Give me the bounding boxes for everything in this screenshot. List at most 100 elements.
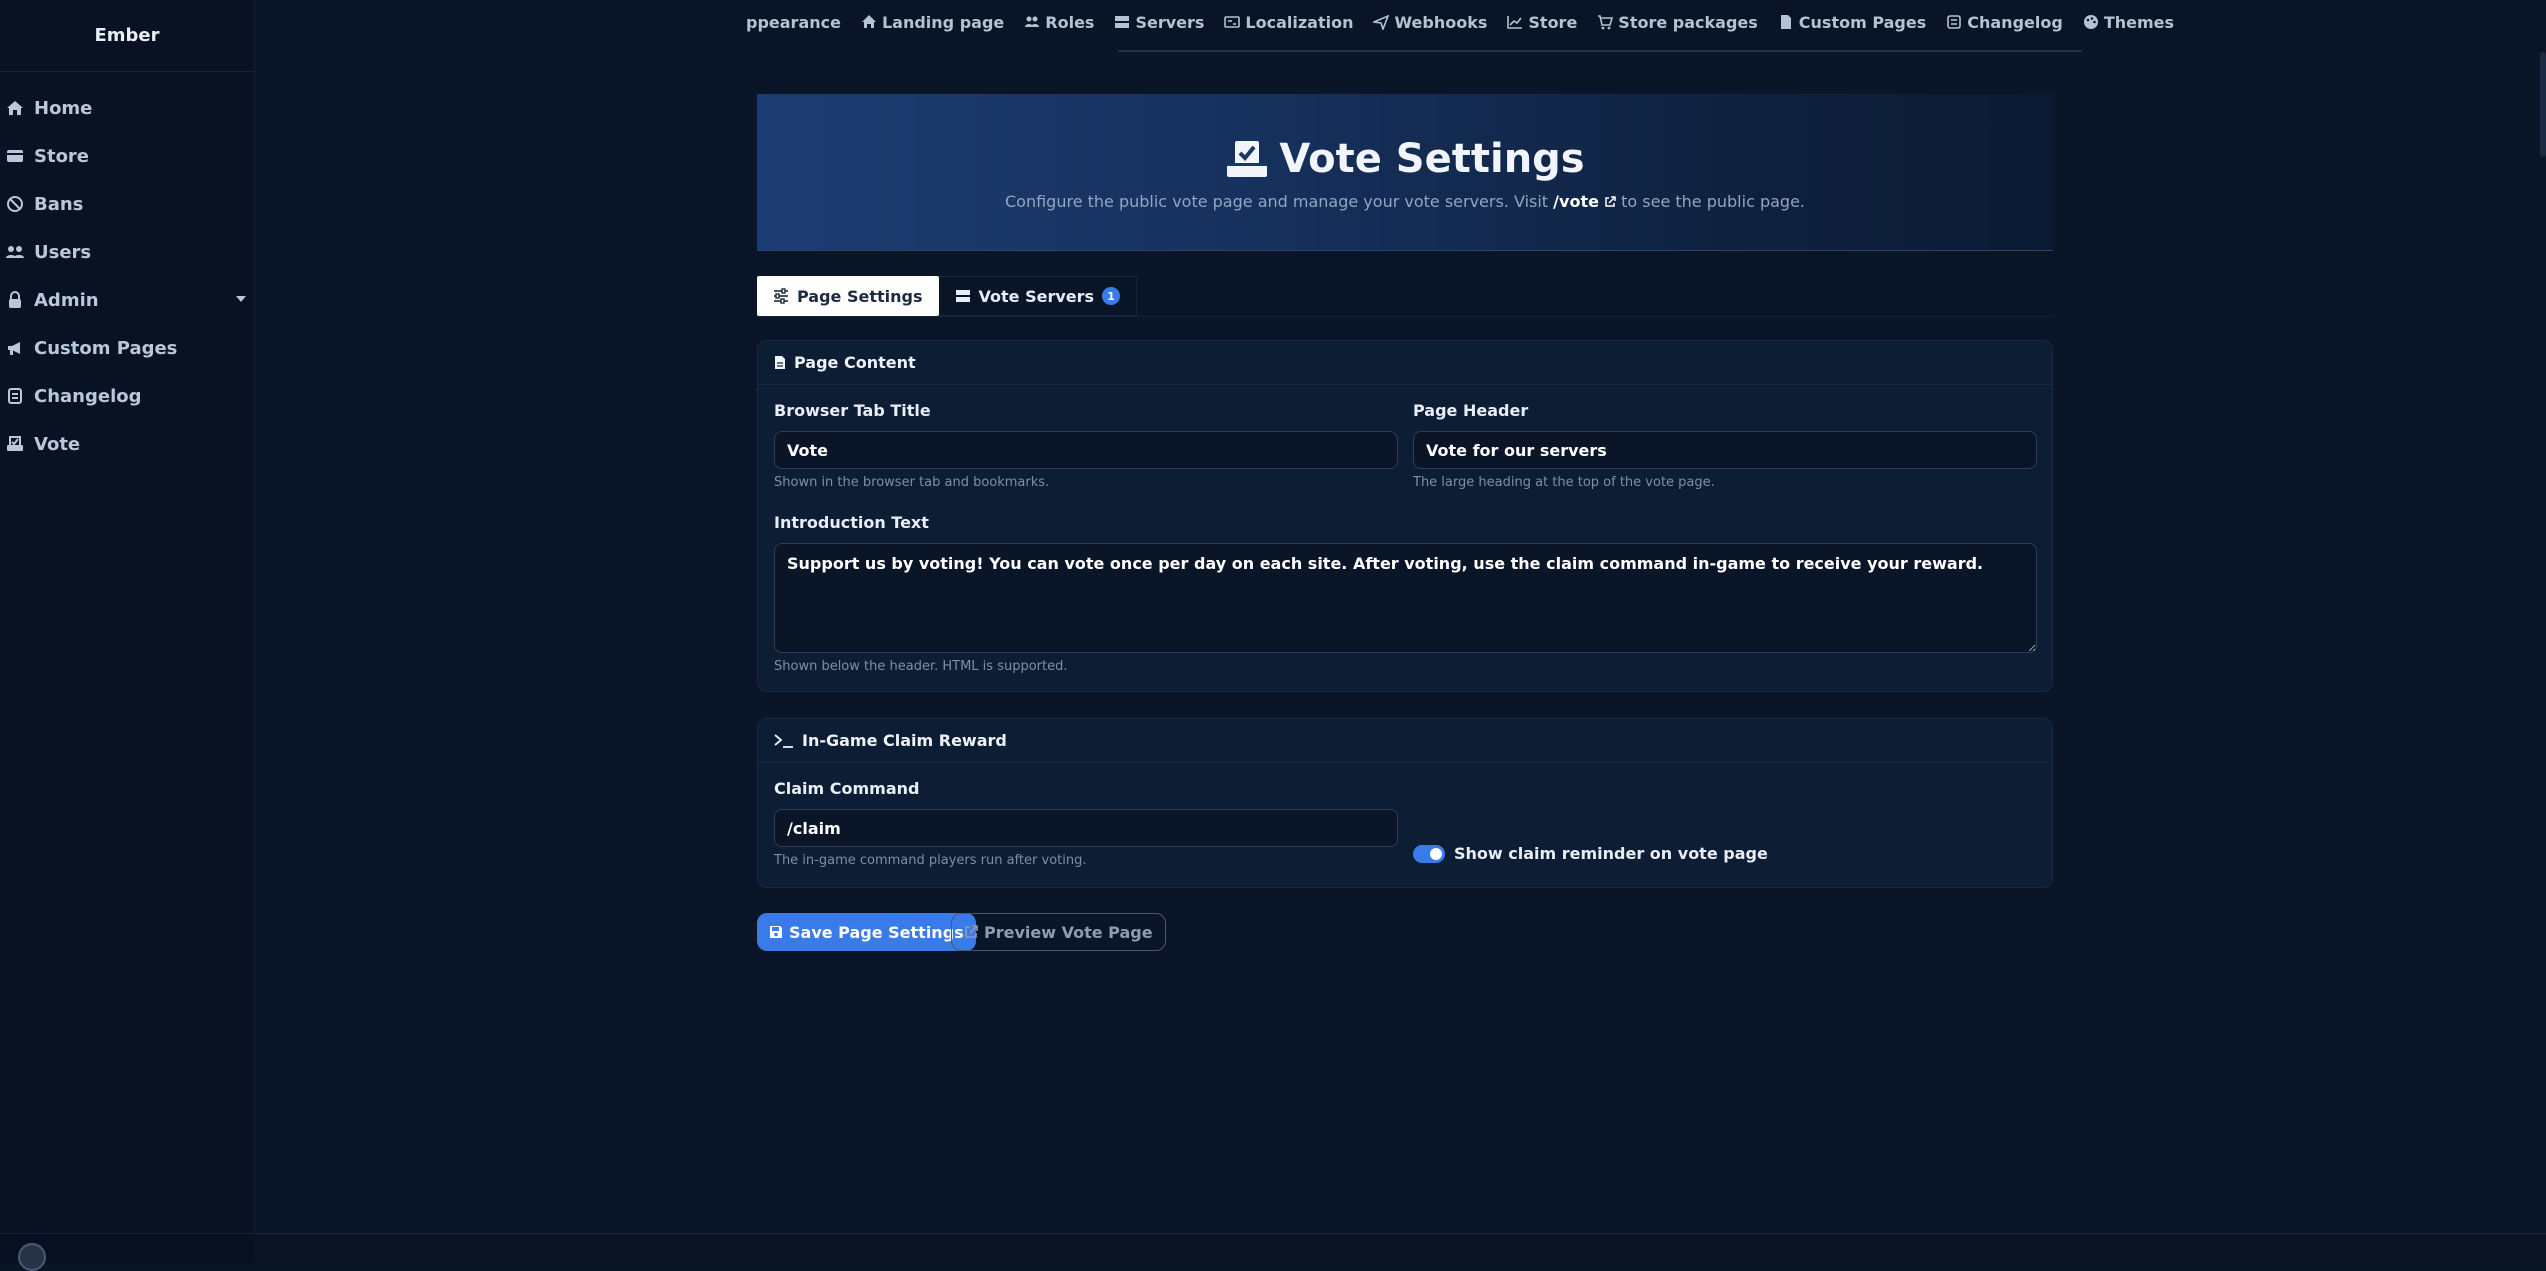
claim-reminder-label: Show claim reminder on vote page — [1454, 844, 1768, 863]
claim-command-label: Claim Command — [774, 779, 920, 798]
home-icon — [861, 15, 876, 28]
topnav-item-store[interactable]: Store — [1507, 13, 1577, 32]
subtitle-text: Configure the public vote page and manag… — [1004, 192, 1549, 211]
preview-vote-page-button[interactable]: Preview Vote Page — [951, 913, 1166, 951]
brand-name[interactable]: Ember — [0, 0, 254, 72]
browser-tab-title-help: Shown in the browser tab and bookmarks. — [774, 475, 1050, 490]
sidebar-item-label: Admin — [34, 289, 99, 311]
topnav-item-store-packages[interactable]: Store packages — [1597, 12, 1758, 32]
sidebar-item-label: Vote — [34, 433, 81, 455]
claim-command-input[interactable] — [774, 809, 1398, 847]
sliders-icon — [774, 288, 788, 304]
sidebar-item-custom-pages[interactable]: Custom Pages — [0, 324, 254, 372]
external-link-icon[interactable] — [1604, 196, 1616, 208]
save-icon — [770, 926, 782, 938]
file-icon — [1780, 15, 1791, 29]
subtitle-text-end: to see the public page. — [1621, 192, 1805, 211]
card-title: In-Game Claim Reward — [802, 731, 1007, 750]
page-title-text: Vote Settings — [1279, 136, 1585, 182]
vote-page-link[interactable]: /vote — [1553, 192, 1599, 211]
home-icon — [4, 97, 26, 119]
topnav-label: Localization — [1245, 12, 1354, 32]
external-link-icon — [965, 925, 978, 938]
topnav-label: Landing page — [881, 12, 1005, 32]
topnav-item-landing-page[interactable]: Landing page — [861, 13, 1004, 32]
sidebar-item-store[interactable]: Store — [0, 132, 254, 180]
server-icon — [1115, 16, 1130, 28]
vote-icon — [4, 433, 26, 455]
settings-tabs: Page Settings Vote Servers 1 — [757, 276, 1138, 316]
topnav-item-changelog[interactable]: Changelog — [1946, 13, 2063, 32]
page-hero: Vote Settings Configure the public vote … — [757, 94, 2053, 251]
chevron-down-icon[interactable] — [236, 296, 246, 302]
megaphone-icon — [4, 337, 26, 359]
globe-icon[interactable] — [18, 1243, 46, 1271]
page-content-card: Page Content Browser Tab Title Shown in … — [757, 340, 2053, 692]
sidebar-item-admin[interactable]: Admin — [0, 276, 254, 324]
terminal-icon — [774, 733, 793, 748]
topnav-label: ppearance — [746, 12, 841, 32]
topnav-label: Webhooks — [1394, 12, 1488, 32]
topnav-item-appearance[interactable]: ppearance — [746, 13, 841, 32]
button-label: Save Page Settings — [789, 922, 964, 942]
tabs-divider — [757, 316, 2053, 317]
topnav-label: Servers — [1135, 12, 1205, 32]
chart-icon — [1507, 16, 1523, 29]
topnav-item-roles[interactable]: Roles — [1024, 13, 1094, 32]
browser-tab-title-input[interactable] — [774, 431, 1398, 469]
topnav-item-servers[interactable]: Servers — [1114, 13, 1204, 32]
sidebar: Ember Home Store Bans Users Admin Custom… — [0, 0, 255, 1271]
topnav-label: Themes — [2103, 12, 2175, 32]
tab-page-settings[interactable]: Page Settings — [757, 276, 939, 316]
sidebar-item-users[interactable]: Users — [0, 228, 254, 276]
browser-tab-title-label: Browser Tab Title — [774, 401, 931, 420]
page-header-label: Page Header — [1413, 401, 1529, 420]
page-subtitle: Configure the public vote page and manag… — [757, 192, 2053, 211]
topnav-label: Custom Pages — [1798, 12, 1927, 32]
sidebar-footer — [0, 1233, 255, 1271]
button-label: Preview Vote Page — [984, 922, 1153, 942]
topnav-label: Store packages — [1618, 12, 1758, 32]
users-icon — [4, 241, 26, 263]
topnav-item-webhooks[interactable]: Webhooks — [1373, 13, 1487, 32]
page-title: Vote Settings — [757, 136, 2053, 182]
palette-icon — [2083, 15, 2098, 29]
sidebar-item-bans[interactable]: Bans — [0, 180, 254, 228]
intro-text-help: Shown below the header. HTML is supporte… — [774, 659, 1068, 674]
sidebar-item-home[interactable]: Home — [0, 84, 254, 132]
page-footer — [256, 1233, 2546, 1263]
language-icon — [1224, 16, 1241, 28]
vote-servers-count-badge: 1 — [1102, 287, 1121, 305]
tab-vote-servers[interactable]: Vote Servers 1 — [938, 276, 1138, 316]
vote-icon — [1227, 141, 1268, 177]
ban-icon — [4, 193, 26, 215]
page-header-help: The large heading at the top of the vote… — [1413, 475, 1715, 490]
topnav-label: Roles — [1045, 12, 1095, 32]
claim-reminder-toggle[interactable] — [1413, 845, 1445, 863]
sidebar-item-label: Home — [34, 97, 93, 119]
topnav-item-localization[interactable]: Localization — [1224, 13, 1353, 32]
sidebar-item-vote[interactable]: Vote — [0, 420, 254, 468]
topnav-item-themes[interactable]: Themes — [2083, 13, 2174, 32]
intro-text-textarea[interactable]: Support us by voting! You can vote once … — [774, 543, 2037, 653]
tab-label: Page Settings — [797, 286, 923, 306]
scroll-icon — [4, 385, 26, 407]
claim-command-help: The in-game command players run after vo… — [774, 853, 1087, 868]
store-icon — [4, 145, 26, 167]
sidebar-item-changelog[interactable]: Changelog — [0, 372, 254, 420]
sidebar-item-label: Store — [34, 145, 90, 167]
scroll-icon — [1947, 15, 1962, 29]
page-header-input[interactable] — [1413, 431, 2037, 469]
topnav-item-custom-pages[interactable]: Custom Pages — [1778, 13, 1926, 32]
sidebar-item-label: Custom Pages — [34, 337, 178, 359]
tab-label: Vote Servers — [978, 286, 1095, 306]
server-icon — [955, 290, 970, 302]
cart-icon — [1598, 15, 1614, 30]
top-navbar: ppearance Landing page Roles Servers Loc… — [256, 0, 2546, 52]
sidebar-nav: Home Store Bans Users Admin Custom Pages… — [0, 72, 254, 468]
page-scrollbar[interactable] — [2540, 52, 2546, 157]
sidebar-item-label: Changelog — [34, 385, 142, 407]
card-header: In-Game Claim Reward — [758, 719, 2052, 763]
save-page-settings-button[interactable]: Save Page Settings — [757, 913, 976, 951]
topnav-label: Store — [1528, 12, 1578, 32]
